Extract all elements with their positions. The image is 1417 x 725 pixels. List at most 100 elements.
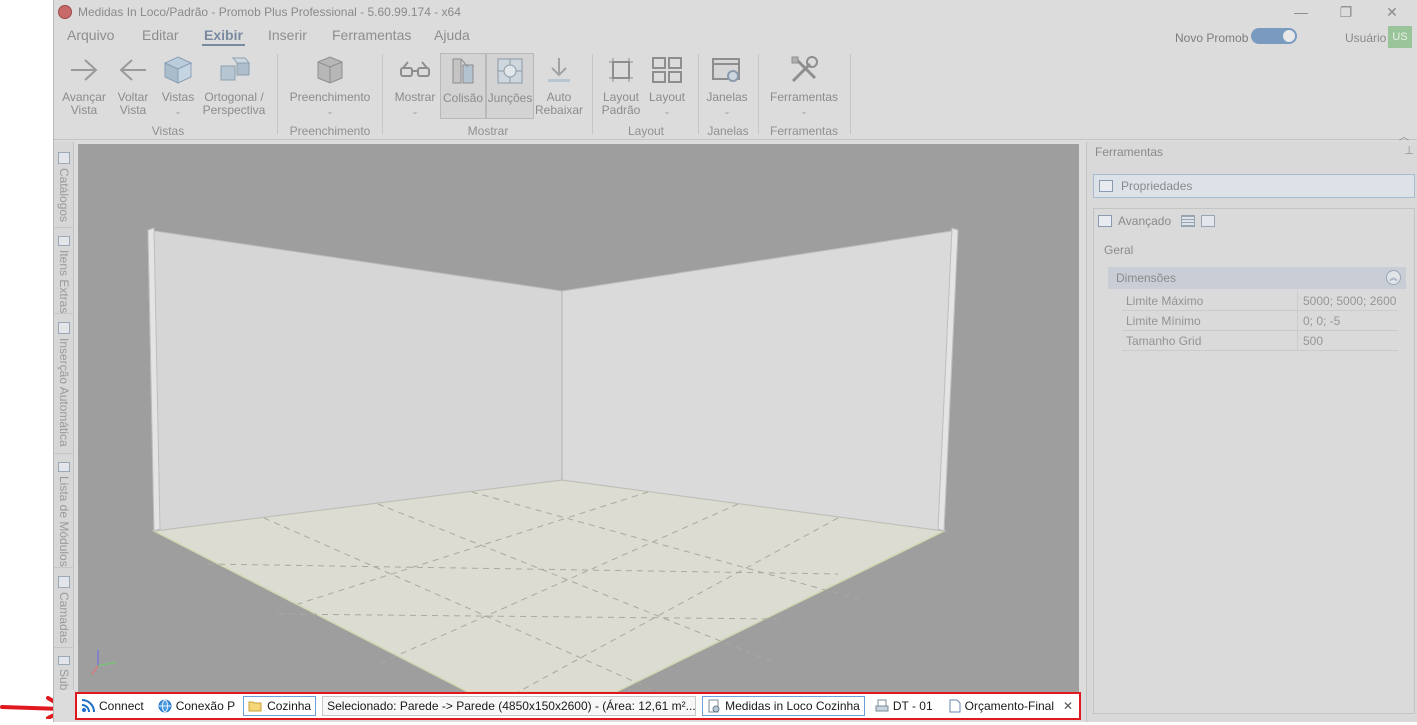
list-view-icon[interactable] <box>1181 215 1196 227</box>
ribbon: Avançar Vista Voltar Vista Vistas ⌄ Orto… <box>54 50 1417 143</box>
ferramentas-button[interactable]: Ferramentas ⌄ <box>766 53 842 118</box>
ribbon-separator <box>698 54 699 134</box>
connect-item[interactable]: Connect <box>77 696 148 716</box>
avatar[interactable]: US <box>1388 26 1412 48</box>
property-value[interactable]: 500 <box>1298 334 1323 348</box>
conexao-label: Conexão P <box>175 699 236 713</box>
conexao-item[interactable]: Conexão P <box>154 696 239 716</box>
dock-tab-label: Inserção Automática <box>57 338 71 447</box>
menu-inserir[interactable]: Inserir <box>268 27 307 43</box>
property-key: Tamanho Grid <box>1122 330 1298 351</box>
avancar-vista-label: Avançar Vista <box>62 90 106 117</box>
chevron-down-icon: ⌄ <box>174 107 182 116</box>
cozinha-item[interactable]: Cozinha <box>243 696 317 716</box>
auto-insert-icon <box>58 322 70 334</box>
voltar-vista-button[interactable]: Voltar Vista <box>112 53 154 117</box>
auto-rebaixar-label: Auto Rebaixar <box>535 90 584 117</box>
grid-icon <box>58 656 70 665</box>
menu-exibir[interactable]: Exibir <box>202 27 245 46</box>
colisao-button[interactable]: Colisão <box>440 53 486 119</box>
chevron-down-icon: ⌄ <box>411 107 419 116</box>
close-icon[interactable]: ✕ <box>1063 699 1073 713</box>
janelas-label: Janelas <box>706 90 748 104</box>
group-label-layout: Layout <box>627 124 665 138</box>
menu-arquivo[interactable]: Arquivo <box>67 27 114 43</box>
dock-tab-itens-extras[interactable]: Itens Extras <box>54 230 74 314</box>
advanced-section: Avançado Geral Dimensões ︽ Limite Máximo… <box>1093 208 1415 714</box>
group-label-vistas: Vistas <box>151 124 185 138</box>
group-label-ferramentas: Ferramentas <box>769 124 839 138</box>
ribbon-separator <box>382 54 383 134</box>
chevron-down-icon: ⌄ <box>663 107 671 116</box>
layout-label: Layout <box>648 90 686 104</box>
selection-status: Selecionado: Parede -> Parede (4850x150x… <box>322 696 697 716</box>
property-row[interactable]: Limite Máximo 5000; 5000; 2600 <box>1122 290 1398 311</box>
catalog-icon <box>58 152 70 164</box>
vistas-button[interactable]: Vistas ⌄ <box>158 53 198 118</box>
doc-tab-dt[interactable]: DT - 01 <box>871 696 937 716</box>
auto-rebaixar-button[interactable]: Auto Rebaixar <box>535 53 584 117</box>
properties-icon <box>1099 180 1113 192</box>
window-gear-icon <box>710 53 744 87</box>
ortogonal-perspectiva-button[interactable]: Ortogonal / Perspectiva <box>200 53 268 117</box>
rss-icon <box>81 699 95 713</box>
menu-editar[interactable]: Editar <box>142 27 179 43</box>
general-label: Geral <box>1104 243 1134 257</box>
doc-tab-medidas[interactable]: Medidas in Loco Cozinha <box>702 696 865 716</box>
maximize-button[interactable]: ❐ <box>1324 0 1368 24</box>
juncoes-button[interactable]: Junções <box>486 53 534 119</box>
properties-label: Propriedades <box>1121 179 1193 193</box>
close-button[interactable]: ✕ <box>1370 0 1414 24</box>
menu-ferramentas[interactable]: Ferramentas <box>332 27 411 43</box>
promob-logo-icon <box>58 5 72 19</box>
ribbon-separator <box>277 54 278 134</box>
property-value[interactable]: 5000; 5000; 2600 <box>1298 294 1396 308</box>
dock-tab-camadas[interactable]: Camadas <box>54 570 74 648</box>
dimensions-header[interactable]: Dimensões ︽ <box>1108 267 1406 289</box>
connect-label: Connect <box>99 699 144 713</box>
mostrar-button[interactable]: Mostrar ⌄ <box>392 53 438 118</box>
preenchimento-button[interactable]: Preenchimento ⌄ <box>288 53 372 118</box>
property-row[interactable]: Tamanho Grid 500 <box>1122 330 1398 351</box>
avancar-vista-button[interactable]: Avançar Vista <box>62 53 106 117</box>
pin-icon[interactable]: ⊥ <box>1404 144 1414 157</box>
tools-panel: Ferramentas ⊥ Propriedades Avançado Gera… <box>1086 142 1417 722</box>
dock-tab-lista-de-modulos[interactable]: Lista de Módulos <box>54 456 74 568</box>
collapse-icon[interactable]: ︽ <box>1386 270 1401 285</box>
dimensions-label: Dimensões <box>1116 271 1177 285</box>
folder-icon <box>248 701 262 712</box>
ribbon-separator <box>592 54 593 134</box>
preenchimento-label: Preenchimento <box>289 90 371 104</box>
juncoes-label: Junções <box>487 91 533 105</box>
dock-tab-label: Catálogos <box>57 168 71 223</box>
menu-ajuda[interactable]: Ajuda <box>434 27 470 43</box>
ribbon-collapse-icon[interactable]: ︿ <box>1399 128 1409 143</box>
dock-tab-insercao-automatica[interactable]: Inserção Automática <box>54 316 74 454</box>
layout-padrao-label: Layout Padrão <box>601 90 641 117</box>
mostrar-label: Mostrar <box>394 90 436 104</box>
minimize-button[interactable]: — <box>1279 0 1323 24</box>
properties-tab[interactable]: Propriedades <box>1093 174 1415 198</box>
3d-viewport[interactable] <box>78 144 1079 692</box>
dock-tab-label: Lista de Módulos <box>57 476 71 567</box>
tools-icon <box>787 53 821 87</box>
layout-button[interactable]: Layout ⌄ <box>646 53 688 118</box>
document-icon <box>949 699 961 713</box>
menu-bar: Arquivo Editar Exibir Inserir Ferramenta… <box>54 24 1417 48</box>
table-view-icon[interactable] <box>1201 215 1216 227</box>
ribbon-separator <box>850 54 851 134</box>
doc-tab-orcamento[interactable]: Orçamento-Final <box>945 696 1058 716</box>
dock-tab-sub[interactable]: Sub <box>54 650 74 690</box>
novo-promob-toggle[interactable] <box>1251 28 1297 44</box>
layout-grid-icon <box>650 53 684 87</box>
layout-padrao-button[interactable]: Layout Padrão <box>600 53 642 117</box>
dock-tab-catalogos[interactable]: Catálogos <box>54 146 74 228</box>
advanced-icon <box>1098 215 1112 227</box>
janelas-button[interactable]: Janelas ⌄ <box>706 53 748 118</box>
dock-tab-label: Itens Extras <box>57 249 71 313</box>
property-value[interactable]: 0; 0; -5 <box>1298 314 1340 328</box>
chevron-down-icon: ⌄ <box>723 107 731 116</box>
advanced-label[interactable]: Avançado <box>1118 214 1171 228</box>
arrow-down-icon <box>542 53 576 87</box>
property-row[interactable]: Limite Mínimo 0; 0; -5 <box>1122 310 1398 331</box>
